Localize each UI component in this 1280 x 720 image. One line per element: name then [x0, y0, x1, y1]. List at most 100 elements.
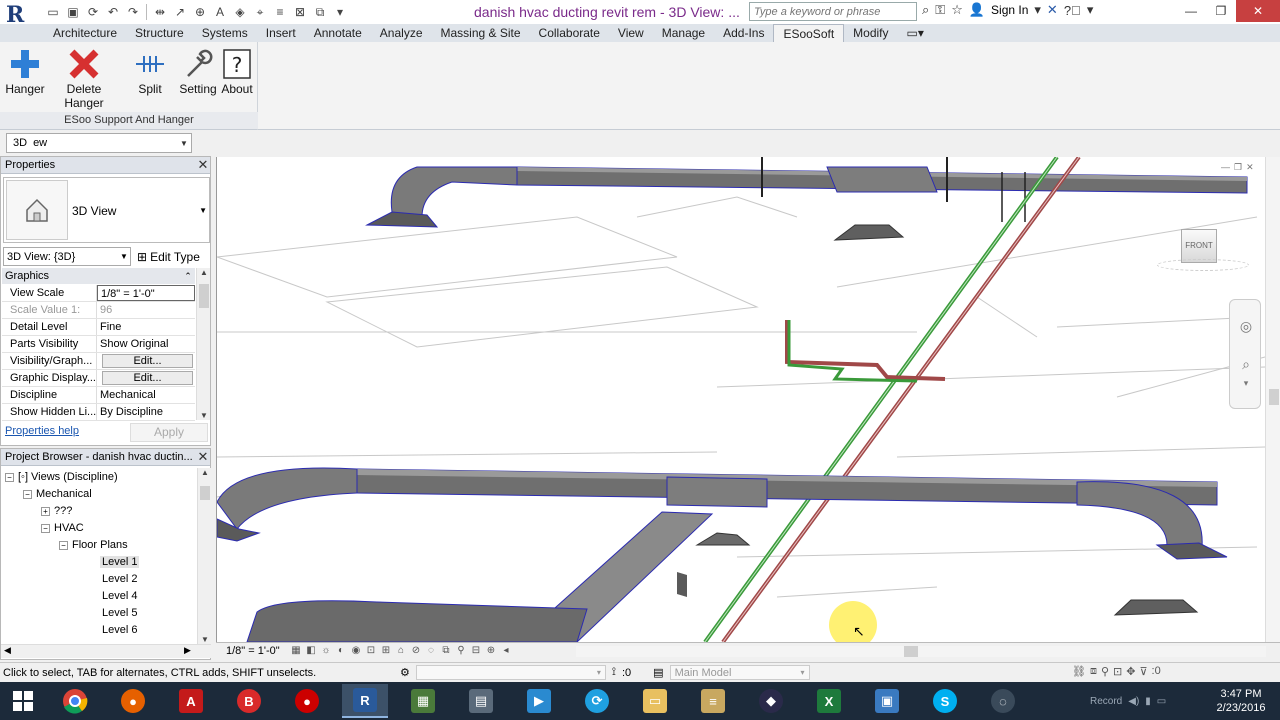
drag-elements-icon[interactable]: ✥ [1126, 665, 1135, 678]
tree-node-unknown[interactable]: + ??? [41, 503, 72, 519]
setting-button[interactable]: Setting [176, 46, 220, 96]
close-icon[interactable]: ✕ [196, 449, 210, 465]
save-icon[interactable]: ▣ [64, 3, 82, 21]
taskbar-app-ghost[interactable]: ◌ [980, 684, 1026, 718]
taskbar-app-window[interactable]: ▣ [864, 684, 910, 718]
scroll-thumb[interactable] [1269, 389, 1279, 405]
open-icon[interactable]: ▭ [44, 3, 62, 21]
property-value[interactable]: Show Original [97, 336, 195, 352]
help-dropdown-icon[interactable]: ▾ [1087, 2, 1094, 18]
scroll-thumb[interactable] [904, 646, 918, 657]
undo-icon[interactable]: ↶ [104, 3, 122, 21]
tab-collaborate[interactable]: Collaborate [530, 24, 609, 42]
subscription-icon[interactable]: ⚿ [935, 2, 945, 18]
tab-manage[interactable]: Manage [653, 24, 714, 42]
upper-duct-run[interactable] [365, 157, 1248, 228]
shadows-icon[interactable]: ◐ [335, 644, 347, 657]
zoom-icon[interactable]: ⌕ [1236, 356, 1256, 376]
scroll-left-icon[interactable]: ◀ [4, 645, 11, 656]
property-row[interactable]: Show Hidden Li... By Discipline [2, 404, 195, 421]
branch-duct[interactable] [246, 511, 714, 642]
tree-node-level-5[interactable]: Level 5 [102, 605, 137, 621]
taskbar-chrome[interactable] [52, 684, 98, 718]
tree-node-floor-plans[interactable]: − Floor Plans [59, 537, 128, 553]
measure-icon[interactable]: ⇹ [151, 3, 169, 21]
analytical-model-icon[interactable]: ⚲ [455, 644, 467, 657]
help-icon[interactable]: ?⃝ [1064, 3, 1081, 18]
restore-view-icon[interactable]: ❐ [1234, 162, 1242, 173]
visual-style-icon[interactable]: ◧ [305, 644, 317, 657]
tree-node-hvac[interactable]: − HVAC [41, 520, 84, 536]
taskbar-skype[interactable]: S [922, 684, 968, 718]
filter-icon[interactable]: ⊽ [1139, 665, 1147, 678]
edit-button[interactable]: Edit... [102, 371, 193, 385]
crop-view-icon[interactable]: ⊡ [365, 644, 377, 657]
about-button[interactable]: ? About [218, 46, 256, 96]
taskbar-calculator[interactable]: ▤ [458, 684, 504, 718]
rendering-icon[interactable]: ◉ [350, 644, 362, 657]
customize-qat-icon[interactable]: ▾ [331, 3, 349, 21]
battery-icon[interactable]: ▭ [1157, 696, 1166, 707]
temp-hide-icon[interactable]: ⊘ [410, 644, 422, 657]
favorites-icon[interactable]: ☆ [951, 2, 963, 18]
property-value[interactable]: Fine [97, 319, 195, 335]
sign-in-button[interactable]: Sign In [991, 3, 1028, 17]
collapse-icon[interactable]: − [59, 540, 68, 550]
property-row[interactable]: Detail Level Fine [2, 319, 195, 336]
diffuser[interactable] [833, 224, 905, 241]
property-row[interactable]: Discipline Mechanical [2, 387, 195, 404]
constraints-icon[interactable]: ⊕ [485, 644, 497, 657]
property-row[interactable]: Parts Visibility Show Original [2, 336, 195, 353]
select-by-face-icon[interactable]: ⊡ [1113, 665, 1122, 678]
scroll-thumb[interactable] [200, 486, 210, 500]
redo-icon[interactable]: ↷ [124, 3, 142, 21]
select-underlay-icon[interactable]: ⧈ [1090, 665, 1097, 678]
scroll-right-icon[interactable]: ▶ [184, 645, 191, 656]
graphics-group-header[interactable]: Graphics ⌃ [2, 268, 195, 284]
select-pinned-icon[interactable]: ⚲ [1101, 665, 1109, 678]
tree-node-level-1[interactable]: Level 1 [100, 554, 140, 570]
exchange-icon[interactable]: ✕ [1047, 2, 1058, 18]
sync-icon[interactable]: ⟳ [84, 3, 102, 21]
taskbar-app-b[interactable]: B [226, 684, 272, 718]
detail-level-icon[interactable]: ▦ [290, 644, 302, 657]
scroll-thumb[interactable] [199, 284, 209, 308]
tree-node-views[interactable]: − [◦] Views (Discipline) [5, 469, 118, 485]
tab-annotate[interactable]: Annotate [305, 24, 371, 42]
property-value[interactable]: By Discipline [97, 404, 195, 420]
worksharing-icon[interactable]: ⧉ [440, 644, 452, 657]
collapse-icon[interactable]: − [5, 472, 14, 482]
select-links-icon[interactable]: ⛓ [1072, 665, 1086, 678]
scroll-up-icon[interactable]: ▲ [197, 268, 211, 277]
close-hidden-icon[interactable]: ⊠ [291, 3, 309, 21]
design-options-icon[interactable]: ▤ [653, 666, 663, 679]
scroll-down-icon[interactable]: ▼ [198, 635, 212, 644]
design-option-dropdown[interactable]: Main Model ▾ [669, 665, 810, 680]
taskbar-camera[interactable]: ▶ [516, 684, 562, 718]
user-icon[interactable]: 👤 [969, 2, 985, 18]
network-icon[interactable]: ▮ [1145, 696, 1151, 707]
sun-path-icon[interactable]: ☼ [320, 644, 332, 657]
restore-button[interactable]: ❐ [1206, 0, 1236, 22]
taskbar-excel[interactable]: X [806, 684, 852, 718]
viewport-horizontal-scrollbar[interactable] [576, 646, 1266, 657]
dropdown-arrow-icon[interactable]: ▾ [1034, 2, 1041, 18]
property-value-input[interactable]: 1/8" = 1'-0" [97, 285, 195, 301]
3d-view-icon[interactable]: ◈ [231, 3, 249, 21]
collapse-icon[interactable]: − [23, 489, 32, 499]
scroll-down-icon[interactable]: ▼ [197, 411, 211, 420]
workset-dropdown[interactable]: ▾ [415, 665, 606, 680]
browser-scrollbar[interactable]: ▲ ▼ [197, 468, 211, 644]
view-selector-dropdown[interactable]: 3D ew ▼ [6, 133, 192, 153]
thin-lines-icon[interactable]: ≡ [271, 3, 289, 21]
split-button[interactable]: Split [130, 46, 170, 96]
tab-systems[interactable]: Systems [193, 24, 257, 42]
property-row[interactable]: View Scale 1/8" = 1'-0" [2, 285, 195, 302]
viewcube-front-face[interactable]: FRONT [1181, 229, 1217, 263]
apply-button[interactable]: Apply [130, 423, 208, 442]
tree-node-level-6[interactable]: Level 6 [102, 622, 137, 638]
edit-button[interactable]: Edit... [102, 354, 193, 368]
3d-viewport[interactable]: — ❐ ✕ FRONT ◎ ⌕ ▾ ↖ [216, 157, 1280, 642]
section-icon[interactable]: ⌖ [251, 3, 269, 21]
view-scale-button[interactable]: 1/8" = 1'-0" [226, 645, 280, 657]
